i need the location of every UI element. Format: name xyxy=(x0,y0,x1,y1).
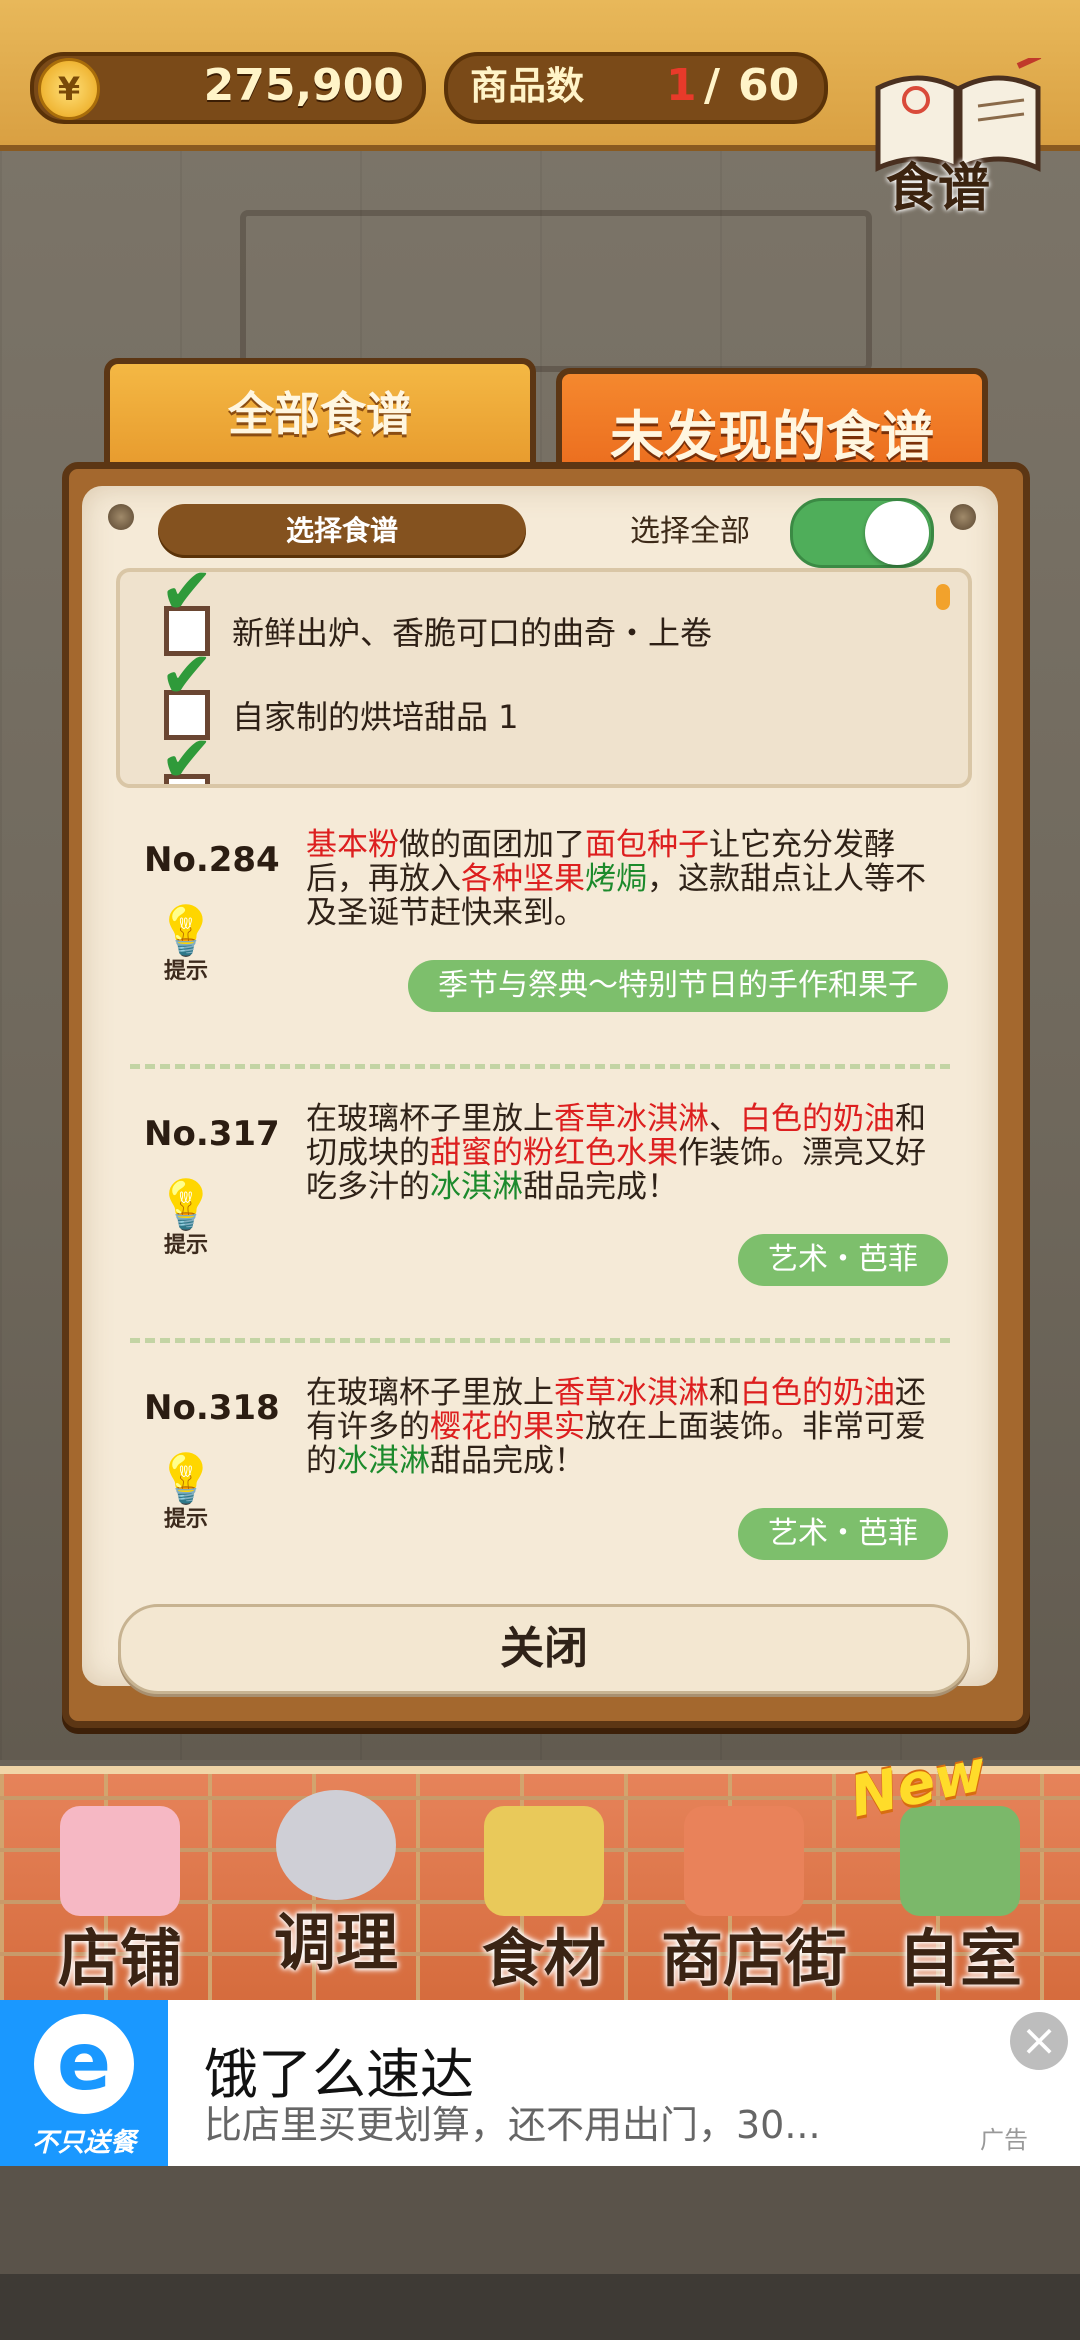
description-segment: 樱花的果实 xyxy=(430,1409,585,1445)
description-segment: 基本粉 xyxy=(306,827,399,863)
description-segment: 白色的奶油 xyxy=(740,1101,895,1137)
recipe-number: No.318 xyxy=(144,1388,280,1428)
description-segment: 烤焗 xyxy=(585,861,647,897)
staff-only-sign-icon xyxy=(900,1806,1020,1916)
check-mark-icon: ✔ xyxy=(160,723,214,788)
check-mark-icon: ✔ xyxy=(160,639,214,713)
description-segment: 冰淇淋 xyxy=(430,1169,523,1205)
filter-label: 自家制的烘培甜品 1 xyxy=(232,698,519,736)
ad-close-button[interactable]: × xyxy=(1010,2012,1068,2070)
description-segment: 和 xyxy=(709,1375,740,1411)
product-count-separator: / xyxy=(704,60,721,111)
filter-label: 新鲜出炉、香脆可口的曲奇・上卷 xyxy=(232,614,713,652)
description-segment: 在玻璃杯子里放上 xyxy=(306,1375,554,1411)
description-segment: 甜品完成！ xyxy=(430,1443,585,1479)
check-mark-icon: ✔ xyxy=(160,568,214,629)
description-segment: 各种坚果 xyxy=(461,861,585,897)
hint-label: 提示 xyxy=(163,1507,208,1532)
hint-button[interactable]: 💡 提示 xyxy=(156,1450,216,1532)
toggle-knob xyxy=(865,501,929,565)
nav-item-shopping-street[interactable]: 商店街 xyxy=(644,1796,864,1996)
nail-right xyxy=(950,504,976,530)
description-segment: 、 xyxy=(709,1101,740,1137)
recipe-entry: No.317 💡 提示 在玻璃杯子里放上香草冰淇淋、白色的奶油和切成块的甜蜜的粉… xyxy=(116,1086,964,1348)
description-segment: 甜品完成！ xyxy=(523,1169,678,1205)
recipe-number: No.317 xyxy=(144,1114,280,1154)
ad-logo[interactable]: e 不只送餐 xyxy=(0,2000,168,2166)
select-recipe-label: 选择食谱 xyxy=(158,504,526,558)
nav-label: 商店街 xyxy=(660,1922,847,1995)
recipe-description: 在玻璃杯子里放上香草冰淇淋和白色的奶油还有许多的樱花的果实放在上面装饰。非常可爱… xyxy=(306,1376,946,1478)
recipe-book-button[interactable]: 食谱 xyxy=(868,53,1048,219)
light-bulb-icon: 💡 xyxy=(156,1177,216,1233)
hint-label: 提示 xyxy=(163,1233,208,1258)
product-count-current: 1 xyxy=(666,60,697,111)
recipe-category-tag: 艺术・芭菲 xyxy=(738,1234,948,1286)
filter-scrollbar[interactable] xyxy=(936,584,950,610)
recipe-category-tag: 艺术・芭菲 xyxy=(738,1508,948,1560)
ad-subtitle[interactable]: 比店里买更划算，还不用出门，30... xyxy=(204,2094,821,2149)
nav-item-cook[interactable]: 调理 xyxy=(236,1780,436,1980)
nail-left xyxy=(108,504,134,530)
background-shelf xyxy=(240,210,872,372)
product-count: 商品数 1 / 60 xyxy=(444,52,828,124)
light-bulb-icon: 💡 xyxy=(156,1451,216,1507)
shop-street-icon xyxy=(684,1806,804,1916)
description-segment: 做的面团加了 xyxy=(399,827,585,863)
hint-button[interactable]: 💡 提示 xyxy=(156,902,216,984)
product-count-max: 60 xyxy=(738,60,800,111)
coin-value: 275,900 xyxy=(203,60,404,111)
eleme-logo-icon: e xyxy=(34,2014,134,2114)
product-count-label: 商品数 xyxy=(470,64,585,108)
description-segment: 在玻璃杯子里放上 xyxy=(306,1101,554,1137)
flour-sack-icon xyxy=(484,1806,604,1916)
recipe-description: 在玻璃杯子里放上香草冰淇淋、白色的奶油和切成块的甜蜜的粉红色水果作装饰。漂亮又好… xyxy=(306,1102,946,1204)
recipe-number: No.284 xyxy=(144,840,280,880)
description-segment: 冰淇淋 xyxy=(337,1443,430,1479)
recipe-category-tag: 季节与祭典～特别节日的手作和果子 xyxy=(408,960,948,1012)
nav-label: 店铺 xyxy=(57,1922,182,1995)
nav-label: 食材 xyxy=(481,1922,606,1995)
nav-label: 自室 xyxy=(897,1922,1022,1995)
entry-divider xyxy=(130,1338,950,1343)
ad-mark: 广告 xyxy=(980,2126,1028,2154)
system-nav-bar xyxy=(0,2274,1080,2340)
entry-divider xyxy=(130,1064,950,1069)
light-bulb-icon: 💡 xyxy=(156,903,216,959)
recipe-book-label: 食谱 xyxy=(886,159,991,219)
hint-label: 提示 xyxy=(163,959,208,984)
description-segment: 香草冰淇淋 xyxy=(554,1375,709,1411)
coin-icon: ¥ xyxy=(38,58,100,120)
coin-counter: ¥ 275,900 xyxy=(30,52,426,124)
cake-icon xyxy=(60,1806,180,1916)
nav-item-shop[interactable]: 店铺 xyxy=(20,1796,220,1996)
recipe-description: 基本粉做的面团加了面包种子让它充分发酵后，再放入各种坚果烤焗，这款甜点让人等不及… xyxy=(306,828,946,930)
recipe-entry: No.318 💡 提示 在玻璃杯子里放上香草冰淇淋和白色的奶油还有许多的樱花的果… xyxy=(116,1360,964,1622)
select-all-label: 选择全部 xyxy=(630,514,750,549)
nav-label: 调理 xyxy=(273,1906,398,1979)
recipe-entry: No.284 💡 提示 基本粉做的面团加了面包种子让它充分发酵后，再放入各种坚果… xyxy=(116,812,964,1074)
select-all-toggle[interactable] xyxy=(790,498,934,568)
description-segment: 甜蜜的粉红色水果 xyxy=(430,1135,678,1171)
mixing-bowl-icon xyxy=(276,1790,396,1900)
ad-banner[interactable]: e 不只送餐 饿了么速达 比店里买更划算，还不用出门，30... × 广告 xyxy=(0,2000,1080,2166)
nav-item-my-room[interactable]: 自室 xyxy=(860,1796,1060,1996)
footer-area xyxy=(0,2166,1080,2274)
hint-button[interactable]: 💡 提示 xyxy=(156,1176,216,1258)
close-label: 关闭 xyxy=(500,1623,588,1674)
nav-item-ingredients[interactable]: 食材 xyxy=(444,1796,644,1996)
ad-logo-text: 不只送餐 xyxy=(31,2128,136,2158)
description-segment: 香草冰淇淋 xyxy=(554,1101,709,1137)
recipe-filter-list[interactable]: ✔ 新鲜出炉、香脆可口的曲奇・上卷 ✔ 自家制的烘培甜品 1 ✔ xyxy=(116,568,972,788)
description-segment: 白色的奶油 xyxy=(740,1375,895,1411)
description-segment: 面包种子 xyxy=(585,827,709,863)
close-button[interactable]: 关闭 xyxy=(118,1604,970,1694)
